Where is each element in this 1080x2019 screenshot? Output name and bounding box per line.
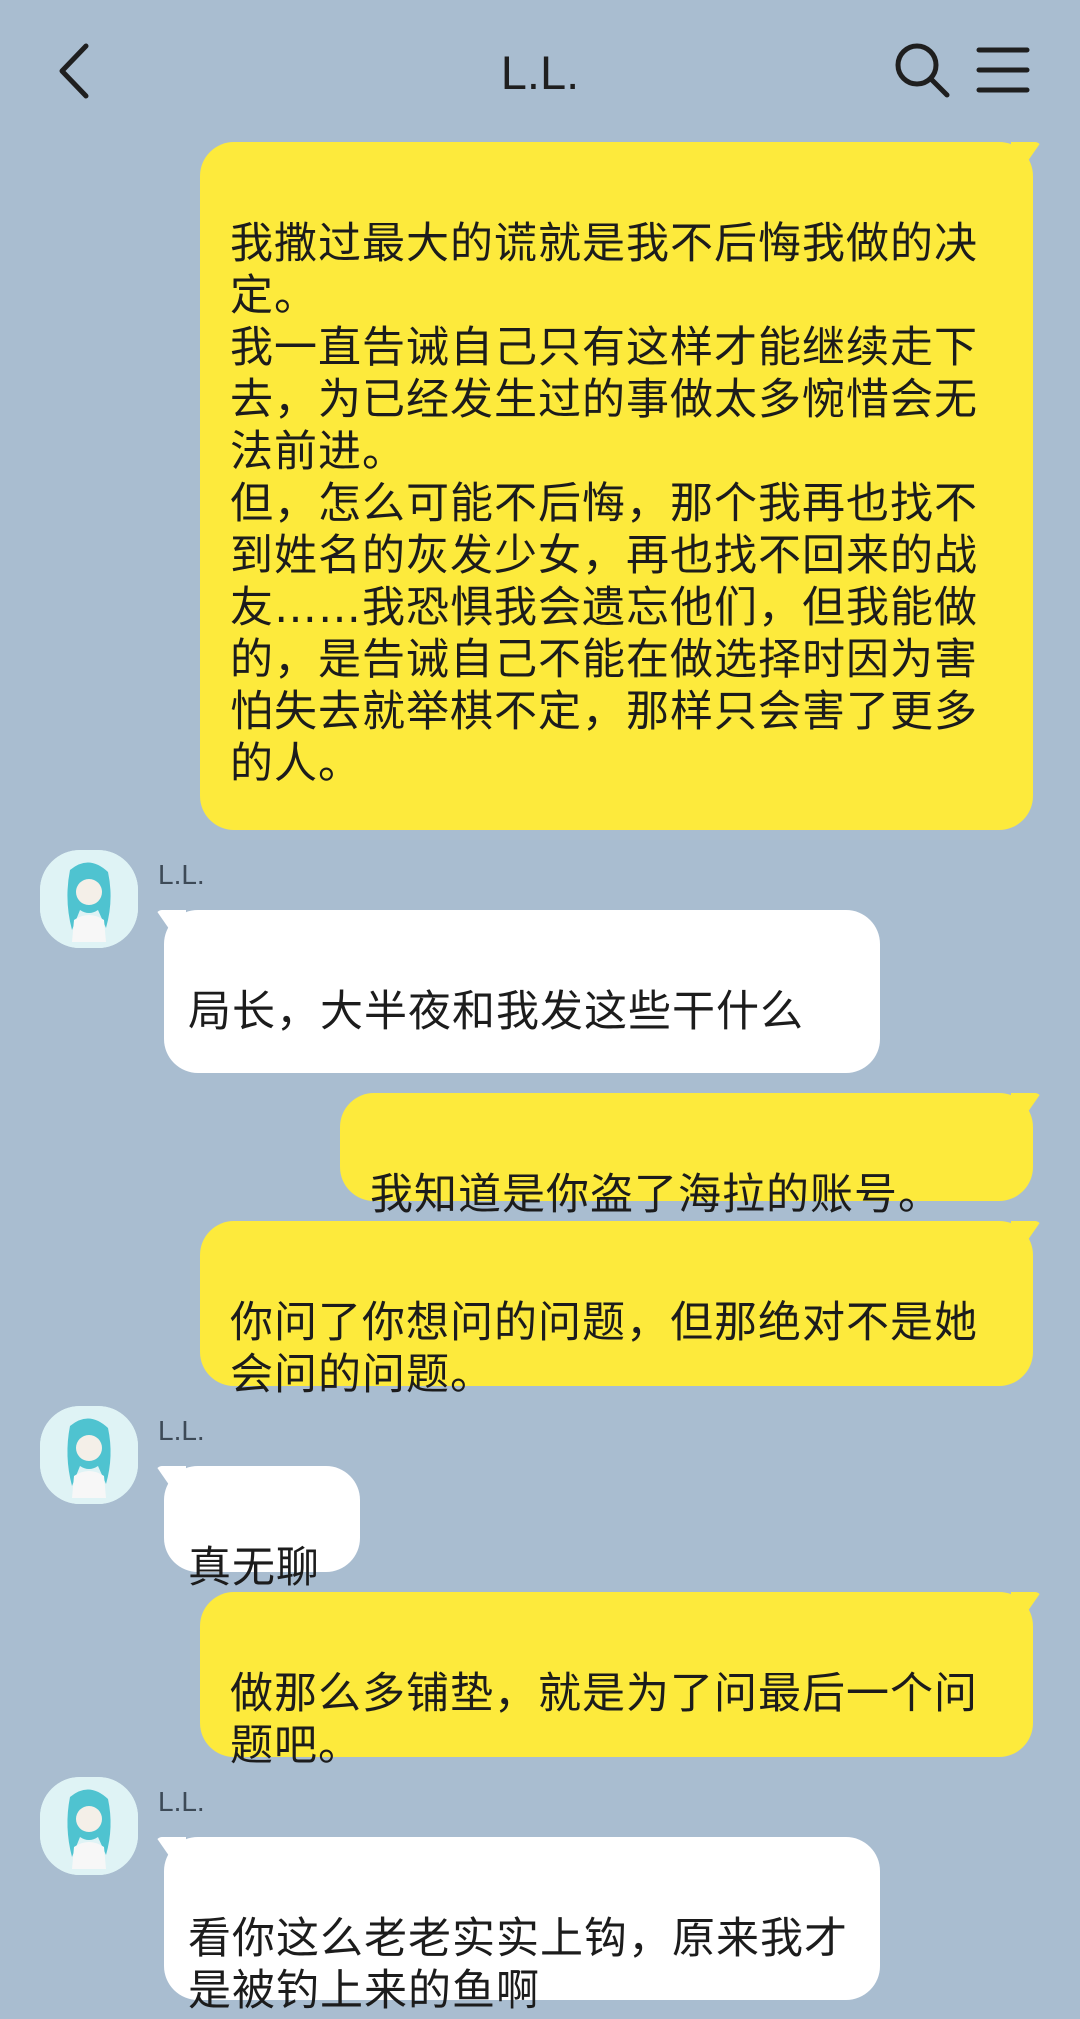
message-bubble-outgoing[interactable]: 做那么多铺垫，就是为了问最后一个问题吧。 [200, 1592, 1033, 1771]
avatar-image [40, 1777, 138, 1875]
chat-title: L.L. [500, 46, 580, 99]
message-text: 我撒过最大的谎就是我不后悔我做的决定。 我一直告诫自己只有这样才能继续走下去，为… [230, 219, 978, 789]
message-bubble-outgoing[interactable]: 我知道是你盗了海拉的账号。 [340, 1093, 1033, 1220]
search-icon [895, 43, 950, 98]
message-bubble-incoming[interactable]: 看你这么老老实实上钩，原来我才是被钓上来的鱼啊 [164, 1837, 880, 2016]
message-text: 我知道是你盗了海拉的账号。 [370, 1170, 942, 1220]
sender-name: L.L. [158, 1786, 205, 1817]
message-bubble-incoming[interactable]: 真无聊 [164, 1466, 360, 1593]
sender-name: L.L. [158, 859, 205, 890]
avatar[interactable] [40, 1406, 138, 1504]
hamburger-menu-icon [976, 47, 1030, 93]
message-bubble-outgoing[interactable]: 我撒过最大的谎就是我不后悔我做的决定。 我一直告诫自己只有这样才能继续走下去，为… [200, 142, 1033, 830]
menu-button[interactable] [975, 44, 1031, 96]
message-bubble-outgoing[interactable]: 你问了你想问的问题，但那绝对不是她会问的问题。 [200, 1221, 1033, 1400]
avatar[interactable] [40, 850, 138, 948]
message-text: 局长，大半夜和我发这些干什么 [188, 987, 804, 1037]
message-text: 做那么多铺垫，就是为了问最后一个问题吧。 [230, 1669, 978, 1771]
message-text: 看你这么老老实实上钩，原来我才是被钓上来的鱼啊 [188, 1914, 848, 2016]
message-text: 真无聊 [188, 1543, 320, 1593]
avatar-image [40, 850, 138, 948]
avatar[interactable] [40, 1777, 138, 1875]
chevron-left-icon [59, 43, 89, 99]
back-button[interactable] [50, 38, 110, 104]
search-button[interactable] [892, 40, 952, 100]
message-text: 你问了你想问的问题，但那绝对不是她会问的问题。 [230, 1298, 978, 1400]
sender-name: L.L. [158, 1415, 205, 1446]
chat-header: L.L. [0, 0, 1080, 140]
message-bubble-incoming[interactable]: 局长，大半夜和我发这些干什么 [164, 910, 880, 1073]
avatar-image [40, 1406, 138, 1504]
